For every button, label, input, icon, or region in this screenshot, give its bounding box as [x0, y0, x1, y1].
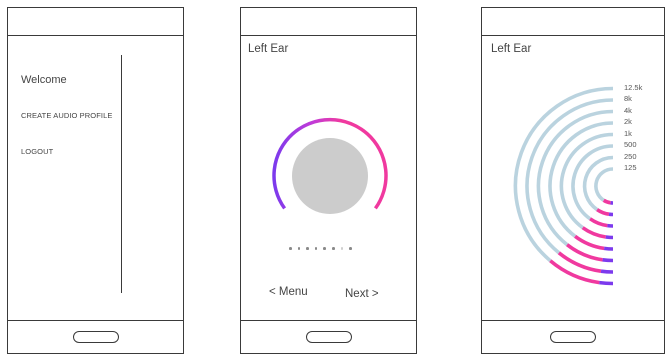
- create-audio-profile-link[interactable]: CREATE AUDIO PROFILE: [21, 111, 112, 120]
- bottom-bezel-line: [241, 320, 416, 321]
- phone-volume-screen: Left Ear < Menu Next >: [240, 7, 417, 354]
- progress-dot: [289, 247, 292, 250]
- progress-dot-current: [340, 247, 344, 250]
- progress-dot: [331, 247, 335, 250]
- frequency-arc-level: [581, 226, 607, 239]
- frequency-label: 125: [624, 163, 637, 172]
- frequency-arcs-chart: [513, 86, 614, 286]
- frequency-arc-end: [600, 269, 614, 274]
- progress-dot: [297, 247, 301, 250]
- frequency-arc-level: [596, 208, 610, 216]
- frequency-arc-end: [599, 280, 614, 286]
- frequency-label: 12.5k: [624, 82, 643, 92]
- top-bezel-line: [8, 35, 183, 36]
- progress-dot: [314, 247, 318, 250]
- frequency-arc-level: [557, 251, 602, 273]
- home-button[interactable]: [72, 331, 119, 343]
- frequency-arc-threshold: [548, 121, 614, 238]
- frequency-arc-end: [602, 258, 614, 263]
- home-button[interactable]: [550, 331, 596, 343]
- bottom-bezel-line: [482, 320, 664, 321]
- phone-hearing-profile-screen: Left Ear 12.5k 8k 4k 2k 1k 500 250 125: [481, 7, 665, 354]
- volume-knob: [292, 138, 368, 214]
- frequency-label: 250: [624, 151, 637, 161]
- progress-dot: [306, 247, 309, 250]
- progress-dot: [349, 247, 352, 250]
- frequency-arc-level: [574, 234, 605, 251]
- next-button[interactable]: Next >: [345, 288, 379, 300]
- frequency-arc-level: [589, 217, 608, 228]
- frequency-arc-threshold: [594, 167, 614, 202]
- menu-button[interactable]: < Menu: [269, 286, 308, 298]
- welcome-label: Welcome: [21, 74, 67, 86]
- frequency-label: 1k: [624, 128, 632, 138]
- bottom-bezel-line: [8, 320, 183, 321]
- frequency-label: 500: [624, 140, 637, 149]
- phone-menu-screen: Welcome CREATE AUDIO PROFILE LOGOUT: [7, 7, 184, 354]
- frequency-arc-level: [602, 198, 611, 205]
- frequency-arc-end: [603, 246, 614, 251]
- menu-divider: [121, 55, 122, 293]
- logout-link[interactable]: LOGOUT: [21, 147, 53, 156]
- progress-dot: [323, 247, 326, 250]
- home-button[interactable]: [305, 331, 352, 343]
- frequency-label: 2k: [624, 117, 632, 126]
- frequency-arc-end: [605, 235, 614, 240]
- frequency-label: 4k: [624, 105, 632, 115]
- progress-dots: [289, 247, 352, 250]
- volume-dial[interactable]: [241, 8, 418, 355]
- frequency-label: 8k: [624, 94, 632, 103]
